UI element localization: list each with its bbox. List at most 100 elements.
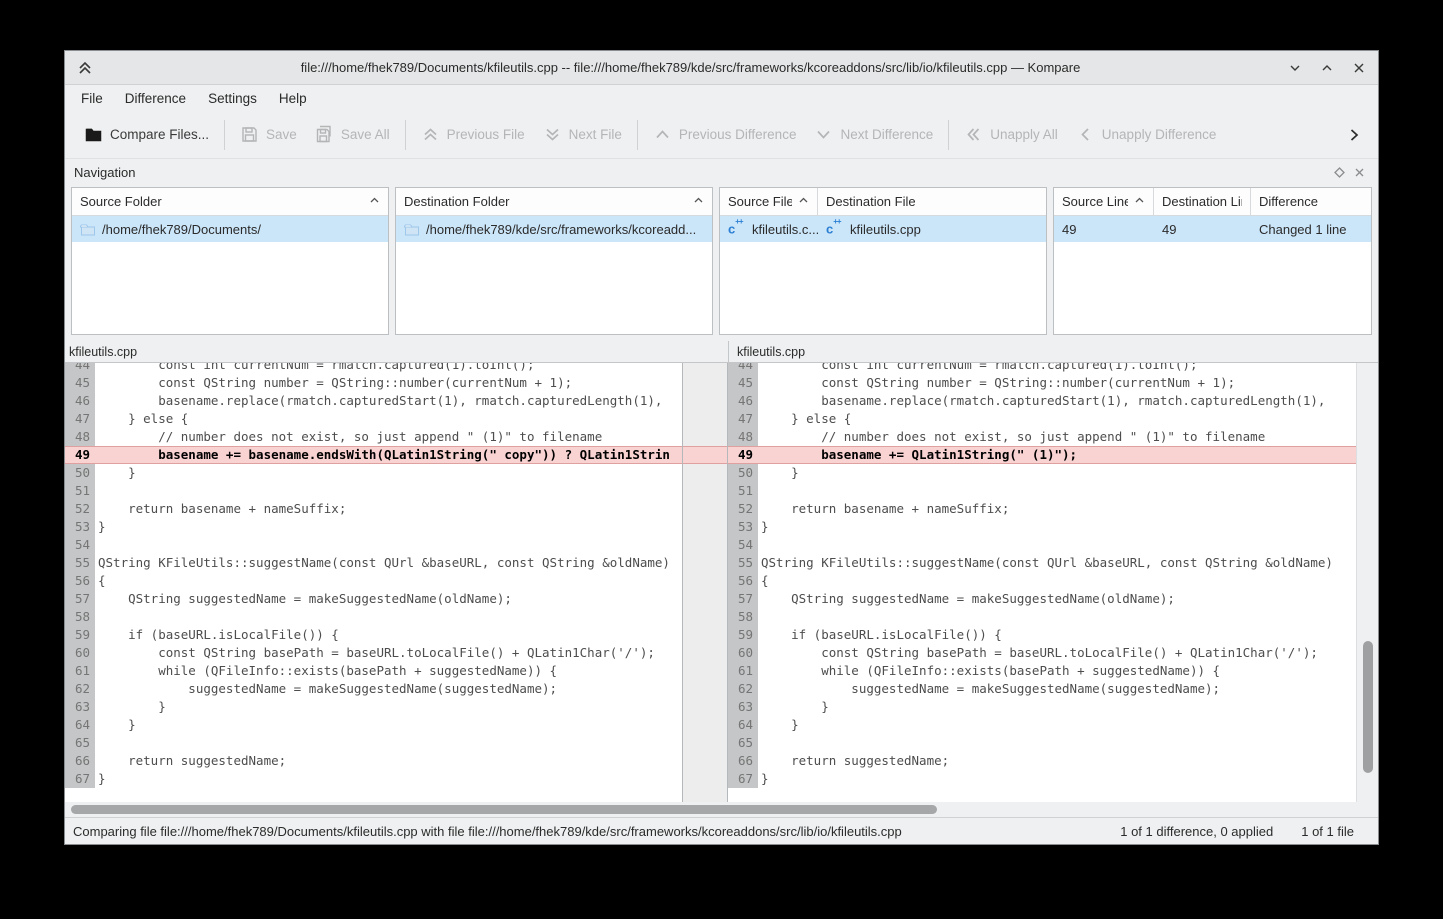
code-line: 56{	[65, 572, 682, 590]
compare-files-button[interactable]: Compare Files...	[75, 117, 218, 152]
minimize-icon[interactable]	[1286, 59, 1304, 77]
previous-file-button[interactable]: Previous File	[412, 117, 534, 152]
menu-help[interactable]: Help	[269, 88, 317, 109]
code-line: 57 QString suggestedName = makeSuggested…	[728, 590, 1356, 608]
save-all-button[interactable]: Save All	[306, 117, 399, 152]
line-text: const int currentNum = rmatch.captured(1…	[758, 363, 1356, 374]
line-text	[758, 608, 1356, 626]
line-text: } else {	[758, 410, 1356, 428]
navigation-title: Navigation	[74, 165, 1329, 180]
line-number: 50	[65, 464, 95, 482]
destination-folder-column-header[interactable]: Destination Folder	[396, 188, 712, 215]
vertical-scrollbar[interactable]	[1356, 363, 1378, 802]
line-number: 57	[65, 590, 95, 608]
connector-line	[683, 410, 727, 428]
source-folder-row[interactable]: /home/fhek789/Documents/	[72, 216, 388, 242]
connector-line	[683, 363, 727, 374]
code-line: 58	[728, 608, 1356, 626]
destination-folder-row[interactable]: /home/fhek789/kde/src/frameworks/kcoread…	[396, 216, 712, 242]
menu-settings[interactable]: Settings	[198, 88, 267, 109]
line-number: 67	[728, 770, 758, 788]
code-line: 62 suggestedName = makeSuggestedName(sug…	[728, 680, 1356, 698]
navigation-panel: Navigation Source Folder	[65, 159, 1378, 341]
line-text: suggestedName = makeSuggestedName(sugges…	[95, 680, 682, 698]
source-folder-column-header[interactable]: Source Folder	[72, 188, 388, 215]
line-number: 61	[65, 662, 95, 680]
diff-view: kfileutils.cpp kfileutils.cpp 44 const i…	[65, 341, 1378, 817]
source-file-column-header[interactable]: Source File	[720, 188, 818, 215]
double-chevron-up-icon	[421, 125, 440, 144]
toolbar-overflow-button[interactable]	[1340, 121, 1368, 149]
connector-line	[683, 482, 727, 500]
line-text	[95, 608, 682, 626]
line-text: const QString number = QString::number(c…	[95, 374, 682, 392]
destination-folder-pane: Destination Folder /home/fhek789/kde/src…	[395, 187, 713, 335]
connector-line	[683, 428, 727, 446]
code-line: 58	[65, 608, 682, 626]
double-chevron-down-icon	[543, 125, 562, 144]
navigation-titlebar: Navigation	[65, 159, 1378, 185]
line-text: }	[95, 464, 682, 482]
vertical-scrollbar-thumb[interactable]	[1363, 641, 1373, 773]
line-text: return suggestedName;	[758, 752, 1356, 770]
line-text	[758, 482, 1356, 500]
connector-line	[683, 446, 727, 464]
toolbar-separator	[405, 120, 406, 150]
line-number: 59	[728, 626, 758, 644]
difference-column-header[interactable]: Difference	[1251, 188, 1371, 215]
code-line: 51	[728, 482, 1356, 500]
line-text: // number does not exist, so just append…	[95, 428, 682, 446]
source-line-column-header[interactable]: Source Line	[1054, 188, 1154, 215]
connector-line	[683, 374, 727, 392]
line-number: 57	[728, 590, 758, 608]
changed-code-line[interactable]: 49 basename += basename.endsWith(QLatin1…	[65, 446, 682, 464]
sort-ascending-icon	[693, 194, 704, 209]
float-panel-icon[interactable]	[1329, 162, 1349, 182]
code-line: 52 return basename + nameSuffix;	[728, 500, 1356, 518]
menu-difference[interactable]: Difference	[115, 88, 196, 109]
cpp-file-icon: c++	[728, 221, 746, 236]
close-panel-icon[interactable]	[1349, 162, 1369, 182]
difference-row[interactable]: 49 49 Changed 1 line	[1054, 216, 1371, 242]
unapply-all-button[interactable]: Unapply All	[955, 117, 1067, 152]
next-file-button[interactable]: Next File	[534, 117, 631, 152]
code-line: 59 if (baseURL.isLocalFile()) {	[728, 626, 1356, 644]
line-number: 64	[728, 716, 758, 734]
source-code-lines: 44 const int currentNum = rmatch.capture…	[65, 363, 682, 788]
close-icon[interactable]	[1350, 59, 1368, 77]
destination-line-column-header[interactable]: Destination Line	[1154, 188, 1251, 215]
line-text: }	[95, 770, 682, 788]
line-number: 56	[728, 572, 758, 590]
horizontal-scrollbar[interactable]	[65, 802, 1378, 817]
line-text: basename += QLatin1String(" (1)");	[758, 446, 1356, 464]
shade-window-icon[interactable]	[75, 58, 95, 78]
line-number: 54	[65, 536, 95, 554]
line-text: QString KFileUtils::suggestName(const QU…	[95, 554, 682, 572]
destination-file-column-header[interactable]: Destination File	[818, 188, 1046, 215]
line-text: }	[95, 716, 682, 734]
titlebar[interactable]: file:///home/fhek789/Documents/kfileutil…	[65, 51, 1378, 85]
sort-ascending-icon	[1134, 194, 1145, 209]
line-text: const int currentNum = rmatch.captured(1…	[95, 363, 682, 374]
code-line: 57 QString suggestedName = makeSuggested…	[65, 590, 682, 608]
code-line: 50 }	[65, 464, 682, 482]
line-number: 67	[65, 770, 95, 788]
next-difference-button[interactable]: Next Difference	[805, 117, 942, 152]
connector-line	[683, 554, 727, 572]
destination-file-header: kfileutils.cpp	[728, 341, 1378, 362]
files-row[interactable]: c++ kfileutils.c... c++ kfileutils.cpp	[720, 216, 1046, 242]
unapply-difference-button[interactable]: Unapply Difference	[1067, 117, 1226, 152]
line-number: 64	[65, 716, 95, 734]
changed-code-line[interactable]: 49 basename += QLatin1String(" (1)");	[728, 446, 1356, 464]
previous-difference-button[interactable]: Previous Difference	[644, 117, 806, 152]
menu-file[interactable]: File	[71, 88, 113, 109]
line-number: 55	[65, 554, 95, 572]
save-button[interactable]: Save	[231, 117, 306, 152]
code-line: 54	[65, 536, 682, 554]
save-all-icon	[315, 125, 334, 144]
line-number: 44	[728, 363, 758, 374]
maximize-icon[interactable]	[1318, 59, 1336, 77]
sort-ascending-icon	[369, 194, 380, 209]
line-text: }	[95, 518, 682, 536]
horizontal-scrollbar-thumb[interactable]	[71, 805, 937, 814]
